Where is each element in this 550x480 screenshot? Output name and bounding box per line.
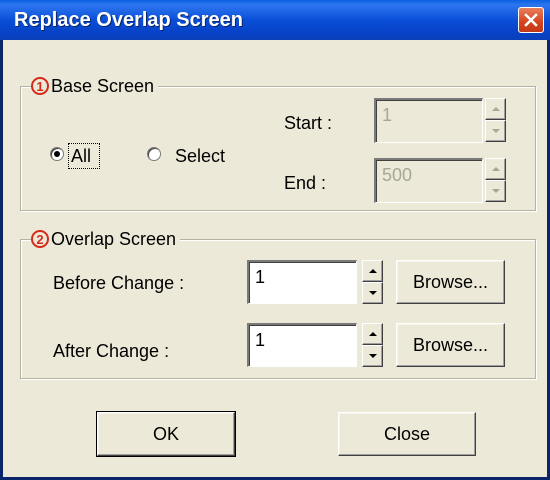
end-spin-down-button[interactable] [485, 180, 506, 202]
base-screen-title: Base Screen [51, 76, 155, 96]
window-title: Replace Overlap Screen [14, 9, 244, 31]
ok-button[interactable]: OK [96, 411, 236, 457]
radio-select-label[interactable]: Select [175, 145, 225, 167]
radio-select[interactable] [147, 147, 161, 161]
arrow-up-icon [491, 167, 500, 171]
radio-all-label[interactable]: All [71, 145, 91, 167]
end-label: End : [284, 173, 327, 193]
after-browse-button[interactable]: Browse... [396, 323, 505, 367]
after-change-label: After Change : [53, 341, 170, 361]
start-label: Start : [284, 113, 333, 133]
arrow-up-icon [368, 269, 377, 273]
number-marker-1: 1 [31, 77, 49, 95]
title-bar[interactable]: Replace Overlap Screen [0, 0, 550, 40]
before-browse-button[interactable]: Browse... [396, 260, 505, 304]
arrow-down-icon [368, 291, 377, 295]
close-window-button[interactable] [518, 7, 544, 33]
start-spin-up-button[interactable] [485, 98, 506, 120]
start-spin-down-button[interactable] [485, 120, 506, 142]
arrow-up-icon [491, 107, 500, 111]
before-change-field[interactable]: 1 [247, 260, 357, 304]
base-screen-group-title: 1 Base Screen [31, 75, 159, 97]
before-spin-up-button[interactable] [362, 260, 383, 282]
arrow-down-icon [491, 129, 500, 133]
before-spin-down-button[interactable] [362, 282, 383, 304]
end-spin-up-button[interactable] [485, 158, 506, 180]
after-spin-down-button[interactable] [362, 345, 383, 367]
dialog-window: Replace Overlap Screen 1 Base Screen All… [0, 0, 550, 480]
arrow-up-icon [368, 332, 377, 336]
close-button[interactable]: Close [338, 412, 476, 456]
arrow-down-icon [368, 354, 377, 358]
number-marker-2: 2 [31, 230, 49, 248]
before-change-label: Before Change : [53, 273, 185, 293]
close-icon [524, 13, 538, 27]
after-change-field[interactable]: 1 [247, 323, 357, 367]
overlap-screen-group-title: 2 Overlap Screen [31, 228, 181, 250]
radio-all[interactable] [50, 147, 64, 161]
arrow-down-icon [491, 189, 500, 193]
after-spin-up-button[interactable] [362, 323, 383, 345]
end-field[interactable]: 500 [374, 158, 483, 203]
start-field[interactable]: 1 [374, 98, 483, 143]
overlap-screen-title: Overlap Screen [51, 229, 177, 249]
